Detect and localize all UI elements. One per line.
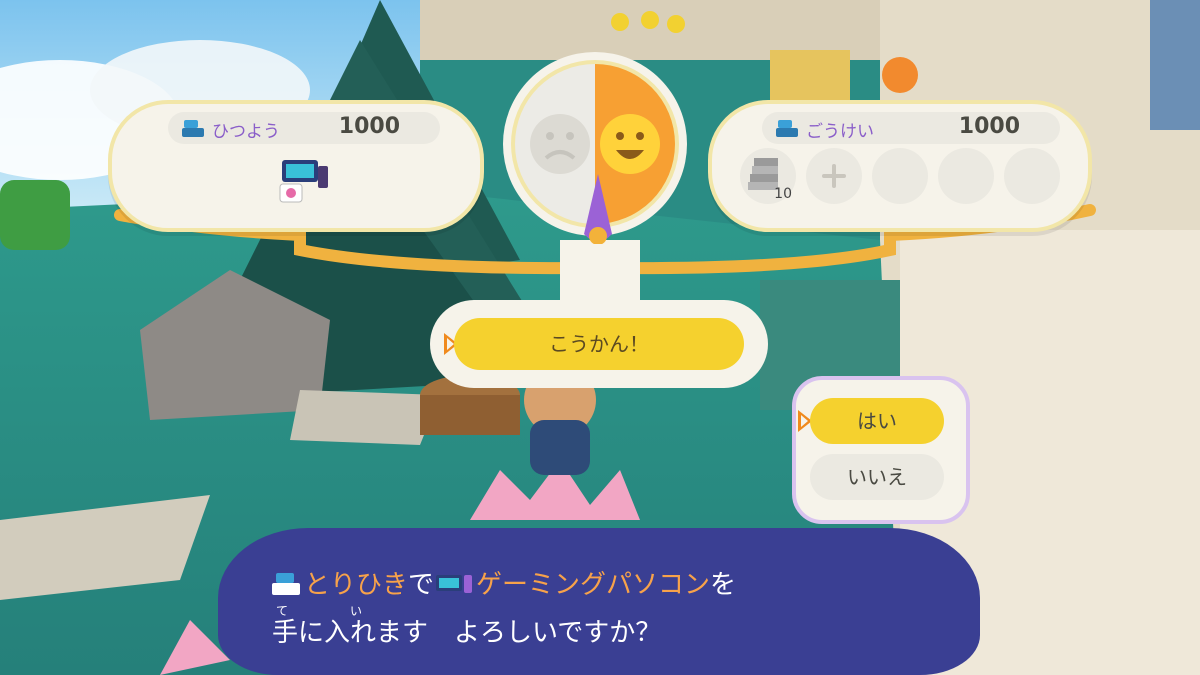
choice-yes-button[interactable]: はい: [810, 398, 944, 444]
happy-face-icon: [600, 114, 660, 174]
required-label: ひつよう: [212, 122, 280, 142]
exchange-button[interactable]: こうかん！: [454, 318, 744, 370]
item-slot-empty[interactable]: [938, 148, 994, 204]
gaming-pc-icon: [279, 160, 328, 203]
required-value: 1000: [338, 114, 400, 139]
plus-icon: [822, 164, 846, 188]
gaming-pc-icon: [436, 575, 473, 593]
confirm-choice-menu: はい いいえ: [792, 376, 970, 524]
dialog-highlight-item: ゲーミングパソコン: [476, 570, 711, 600]
required-header: ひつよう 1000: [168, 112, 440, 144]
total-header: ごうけい 1000: [762, 112, 1060, 144]
item-slot-add[interactable]: [806, 148, 862, 204]
total-panel: ごうけい 1000 10: [708, 100, 1092, 232]
total-label: ごうけい: [806, 122, 874, 142]
total-value: 1000: [958, 114, 1020, 139]
cash-register-icon: [182, 120, 204, 137]
dialog-box: とりひきで ゲーミングパソコンを て い 手に入れます よろしいですか？: [218, 528, 980, 675]
cash-register-icon: [272, 573, 300, 595]
exchange-button-container: こうかん！: [430, 300, 768, 388]
required-panel: ひつよう 1000: [108, 100, 484, 232]
dialog-text-de: で: [408, 570, 435, 600]
dialog-highlight-trade: とりひき: [304, 570, 409, 600]
stone-stairs-quantity: 10: [774, 186, 792, 202]
mood-dial: [503, 52, 687, 244]
choice-no-button[interactable]: いいえ: [810, 454, 944, 500]
cash-register-icon: [776, 120, 798, 137]
item-slot-empty[interactable]: [1004, 148, 1060, 204]
dialog-line-2: 手に入れます よろしいですか？: [272, 618, 662, 648]
item-slot-empty[interactable]: [872, 148, 928, 204]
dialog-line-1: とりひきで ゲーミングパソコンを: [272, 564, 736, 601]
item-slot-stone-stairs[interactable]: 10: [740, 148, 796, 204]
dialog-text-wo: を: [710, 570, 737, 600]
sad-face-icon: [530, 114, 590, 174]
